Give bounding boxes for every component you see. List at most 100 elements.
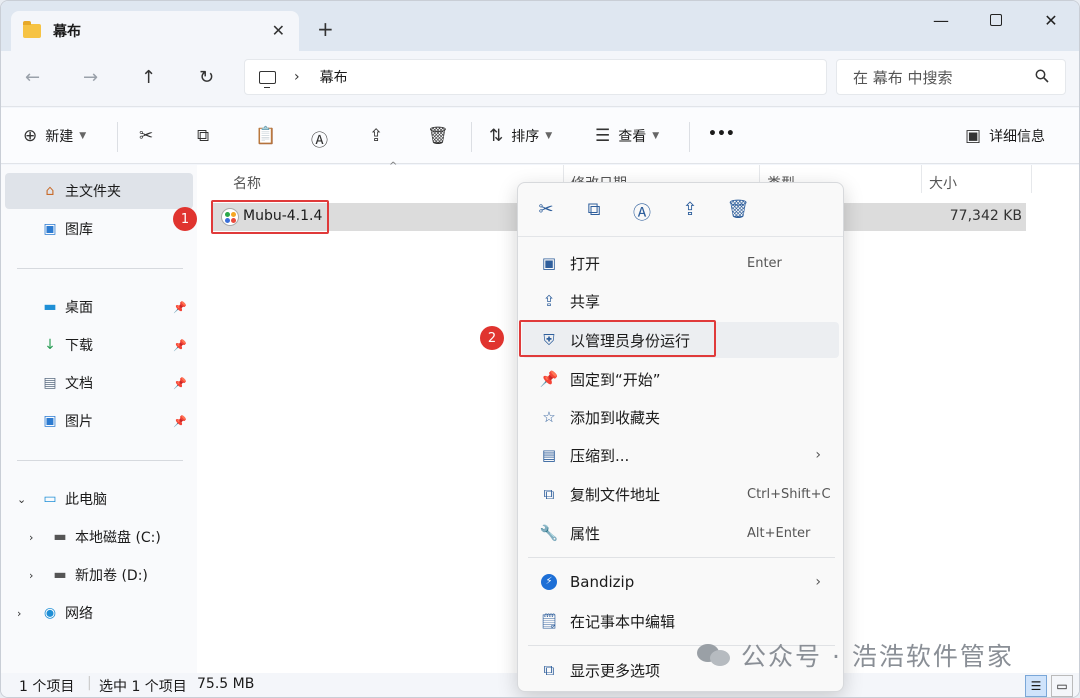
- sidebar-item-pictures[interactable]: ▣ 图片 📌: [5, 403, 193, 439]
- more-options-button[interactable]: •••: [708, 126, 735, 142]
- wechat-logo-icon: [697, 642, 731, 668]
- rename-icon: Ⓐ: [311, 131, 328, 151]
- gallery-icon: ▣: [43, 221, 57, 237]
- context-menu: ✂ ⧉ Ⓐ ⇪ 🗑 ▣ 打开 Enter ⇪ 共享 ⛨ 以管理员身份运行 📌 固…: [517, 182, 844, 692]
- search-input[interactable]: 在 幕布 中搜索: [836, 59, 1066, 95]
- scissors-icon[interactable]: ✂: [534, 199, 558, 220]
- step-badge-2: 2: [480, 326, 504, 350]
- menu-item-share[interactable]: ⇪ 共享: [522, 283, 839, 319]
- sidebar-item-network[interactable]: ◉ 网络: [5, 595, 193, 631]
- pin-icon: 📌: [539, 370, 559, 388]
- star-icon: ☆: [542, 408, 556, 426]
- share-icon: ⇪: [542, 292, 556, 310]
- pin-icon[interactable]: 📌: [173, 339, 187, 352]
- selected-count: 选中 1 个项目: [99, 679, 187, 695]
- menu-item-add-to-favorites[interactable]: ☆ 添加到收藏夹: [522, 399, 839, 435]
- tab-mubu[interactable]: 幕布 ✕: [11, 11, 299, 51]
- paste-button[interactable]: 📋: [255, 126, 284, 146]
- tab-close-icon[interactable]: ✕: [272, 21, 285, 40]
- sidebar-item-home[interactable]: ⌂ 主文件夹: [5, 173, 193, 209]
- minimize-button[interactable]: —: [921, 7, 961, 33]
- chevron-right-icon: ›: [815, 447, 821, 463]
- view-button[interactable]: ☰ 查看 ▼: [595, 126, 659, 146]
- sidebar-item-documents[interactable]: ▤ 文档 📌: [5, 365, 193, 401]
- column-header-name[interactable]: 名称: [233, 173, 261, 193]
- back-button[interactable]: ←: [25, 67, 40, 88]
- command-bar: ⊕ 新建 ▼ ✂ ⧉ 📋 Ⓐ ⇪ 🗑 ⇅ 排序 ▼ ☰ 查看 ▼ ••• ▣ 详…: [1, 108, 1079, 164]
- forward-button[interactable]: →: [83, 67, 98, 88]
- item-count: 1 个项目: [19, 679, 75, 695]
- menu-item-copy-path[interactable]: ⧉ 复制文件地址 Ctrl+Shift+C: [522, 476, 839, 512]
- tab-title: 幕布: [53, 24, 81, 40]
- divider: [117, 122, 118, 152]
- menu-item-open[interactable]: ▣ 打开 Enter: [522, 245, 839, 281]
- breadcrumb-mubu[interactable]: 幕布: [320, 67, 348, 87]
- divider: [17, 268, 183, 269]
- menu-item-properties[interactable]: 🔧 属性 Alt+Enter: [522, 515, 839, 551]
- explorer-window: 幕布 ✕ + — ✕ ← → ↑ ↻ › 幕布 在 幕布 中搜索 ⊕ 新建 ▼ …: [0, 0, 1080, 698]
- new-button[interactable]: ⊕ 新建 ▼: [23, 126, 86, 146]
- close-button[interactable]: ✕: [1031, 7, 1071, 33]
- pin-icon[interactable]: 📌: [173, 377, 187, 390]
- menu-shortcut: Enter: [747, 255, 782, 271]
- bandizip-icon: ⚡: [538, 572, 560, 592]
- trash-icon[interactable]: 🗑: [726, 199, 750, 220]
- copy-icon[interactable]: ⧉: [582, 199, 606, 220]
- sort-icon: ⇅: [489, 126, 504, 146]
- share-button[interactable]: ⇪: [369, 126, 391, 146]
- menu-item-label: 打开: [570, 254, 601, 273]
- selected-size: 75.5 MB: [197, 676, 255, 692]
- maximize-button[interactable]: [976, 7, 1016, 33]
- menu-item-compress[interactable]: ▤ 压缩到... ›: [522, 437, 839, 473]
- menu-divider: [528, 557, 835, 558]
- rename-icon[interactable]: Ⓐ: [630, 199, 654, 225]
- details-view-button[interactable]: ☰: [1025, 675, 1047, 697]
- menu-item-edit-in-notepad[interactable]: 🗒 在记事本中编辑: [522, 603, 839, 639]
- sidebar-item-downloads[interactable]: ↓ 下载 📌: [5, 327, 193, 363]
- menu-item-pin-to-start[interactable]: 📌 固定到“开始”: [522, 361, 839, 397]
- trash-icon: 🗑: [427, 126, 449, 146]
- sort-label: 排序: [511, 129, 540, 145]
- up-button[interactable]: ↑: [141, 67, 156, 88]
- pin-icon[interactable]: 📌: [173, 415, 187, 428]
- sidebar-item-drive-d[interactable]: ▬ 新加卷 (D:): [5, 557, 193, 593]
- sidebar-item-drive-c[interactable]: ▬ 本地磁盘 (C:): [5, 519, 193, 555]
- cut-button[interactable]: ✂: [139, 126, 161, 146]
- new-tab-button[interactable]: +: [317, 17, 334, 41]
- sidebar-item-desktop[interactable]: ▬ 桌面 📌: [5, 289, 193, 325]
- sidebar-item-label: 下载: [65, 338, 93, 354]
- refresh-button[interactable]: ↻: [199, 67, 214, 88]
- search-placeholder: 在 幕布 中搜索: [853, 68, 953, 87]
- share-icon[interactable]: ⇪: [678, 199, 702, 220]
- column-divider[interactable]: [921, 165, 922, 193]
- sidebar-item-label: 图库: [65, 222, 93, 238]
- open-icon: ▣: [541, 254, 557, 272]
- details-pane-button[interactable]: ▣ 详细信息: [965, 126, 1045, 146]
- copy-button[interactable]: ⧉: [197, 126, 217, 146]
- rename-button[interactable]: Ⓐ: [311, 126, 336, 151]
- sidebar-item-label: 网络: [65, 606, 93, 622]
- menu-shortcut: Ctrl+Shift+C: [747, 486, 831, 502]
- home-icon: ⌂: [45, 183, 55, 199]
- drive-c-icon: ▬: [53, 529, 67, 545]
- download-icon: ↓: [44, 337, 56, 353]
- drive-d-icon: ▬: [53, 567, 67, 583]
- delete-button[interactable]: 🗑: [427, 126, 457, 146]
- divider: [17, 460, 183, 461]
- sidebar-item-label: 图片: [65, 414, 93, 430]
- column-divider[interactable]: [1031, 165, 1032, 193]
- sort-button[interactable]: ⇅ 排序 ▼: [489, 126, 552, 146]
- sidebar-item-this-pc[interactable]: ▭ 此电脑: [5, 481, 193, 517]
- picture-icon: ▣: [43, 413, 57, 429]
- document-icon: ▤: [43, 375, 57, 391]
- menu-shortcut: Alt+Enter: [747, 525, 811, 541]
- sidebar-item-label: 此电脑: [65, 492, 107, 508]
- address-bar[interactable]: › 幕布: [244, 59, 827, 95]
- menu-item-bandizip[interactable]: ⚡ Bandizip ›: [522, 564, 839, 600]
- tiles-view-button[interactable]: ▭: [1051, 675, 1073, 697]
- chevron-right-icon: ›: [294, 69, 300, 85]
- pin-icon[interactable]: 📌: [173, 301, 187, 314]
- sidebar-item-gallery[interactable]: ▣ 图库: [5, 211, 193, 247]
- more-options-icon: ⧉: [543, 661, 555, 679]
- column-header-size[interactable]: 大小: [929, 173, 957, 193]
